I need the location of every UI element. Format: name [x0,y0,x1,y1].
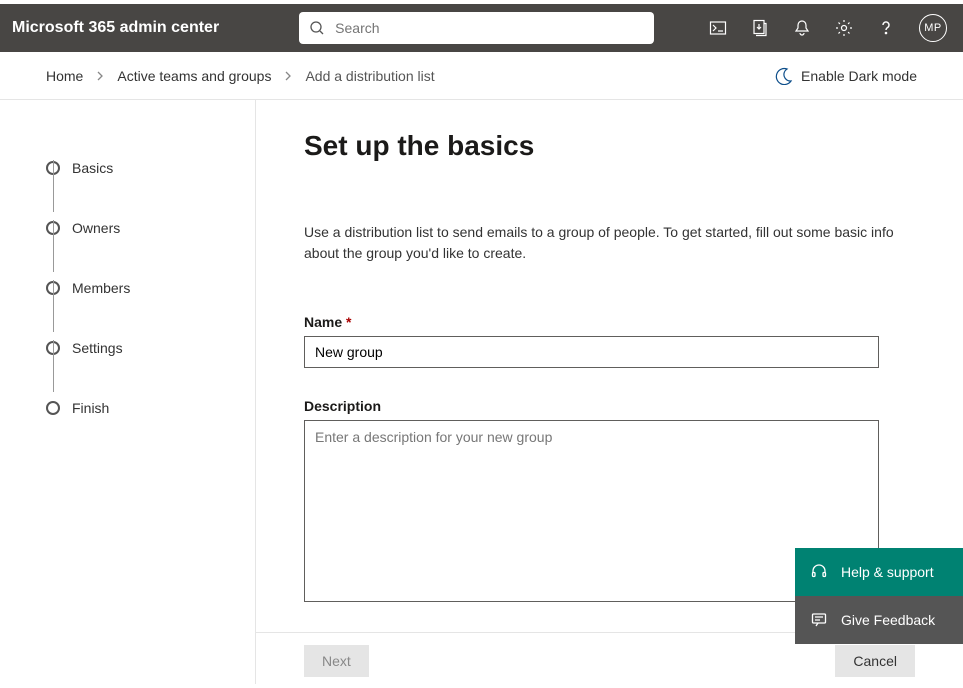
breadcrumb: Home Active teams and groups Add a distr… [46,68,435,84]
required-asterisk: * [346,314,351,330]
step-finish[interactable]: Finish [46,378,255,438]
moon-icon [775,67,793,85]
page-description: Use a distribution list to send emails t… [304,222,894,264]
step-label: Members [72,280,130,296]
name-label: Name * [304,314,915,330]
download-icon[interactable] [751,19,769,37]
step-label: Owners [72,220,120,236]
app-header: Microsoft 365 admin center MP [0,4,963,52]
crumb-home[interactable]: Home [46,68,83,84]
wizard-steps: Basics Owners Members Settings Finish [0,100,256,684]
search-container [299,12,654,44]
cancel-button[interactable]: Cancel [835,645,915,677]
shell-icon[interactable] [709,19,727,37]
header-actions: MP [709,14,947,42]
bell-icon[interactable] [793,19,811,37]
chevron-right-icon [95,71,105,81]
next-button[interactable]: Next [304,645,369,677]
description-label: Description [304,398,915,414]
search-icon [309,20,325,36]
description-field[interactable] [304,420,879,602]
chevron-right-icon [283,71,293,81]
avatar[interactable]: MP [919,14,947,42]
app-brand: Microsoft 365 admin center [12,19,219,37]
help-support-button[interactable]: Help & support [795,548,963,596]
help-label: Help & support [841,564,934,580]
give-feedback-button[interactable]: Give Feedback [795,596,963,644]
step-settings[interactable]: Settings [46,318,255,378]
crumb-add-list: Add a distribution list [305,68,434,84]
page-title: Set up the basics [304,130,915,162]
dark-mode-toggle[interactable]: Enable Dark mode [775,67,917,85]
feedback-icon [811,612,827,628]
step-owners[interactable]: Owners [46,198,255,258]
dark-mode-label: Enable Dark mode [801,68,917,84]
name-field[interactable] [304,336,879,368]
step-label: Basics [72,160,113,176]
step-members[interactable]: Members [46,258,255,318]
step-label: Finish [72,400,109,416]
step-label: Settings [72,340,123,356]
headset-icon [811,564,827,580]
step-marker [46,401,60,415]
crumb-active-teams[interactable]: Active teams and groups [117,68,271,84]
help-icon[interactable] [877,19,895,37]
gear-icon[interactable] [835,19,853,37]
float-panel: Help & support Give Feedback [795,548,963,644]
sub-header: Home Active teams and groups Add a distr… [0,52,963,100]
feedback-label: Give Feedback [841,612,935,628]
search-input[interactable] [299,12,654,44]
step-basics[interactable]: Basics [46,138,255,198]
